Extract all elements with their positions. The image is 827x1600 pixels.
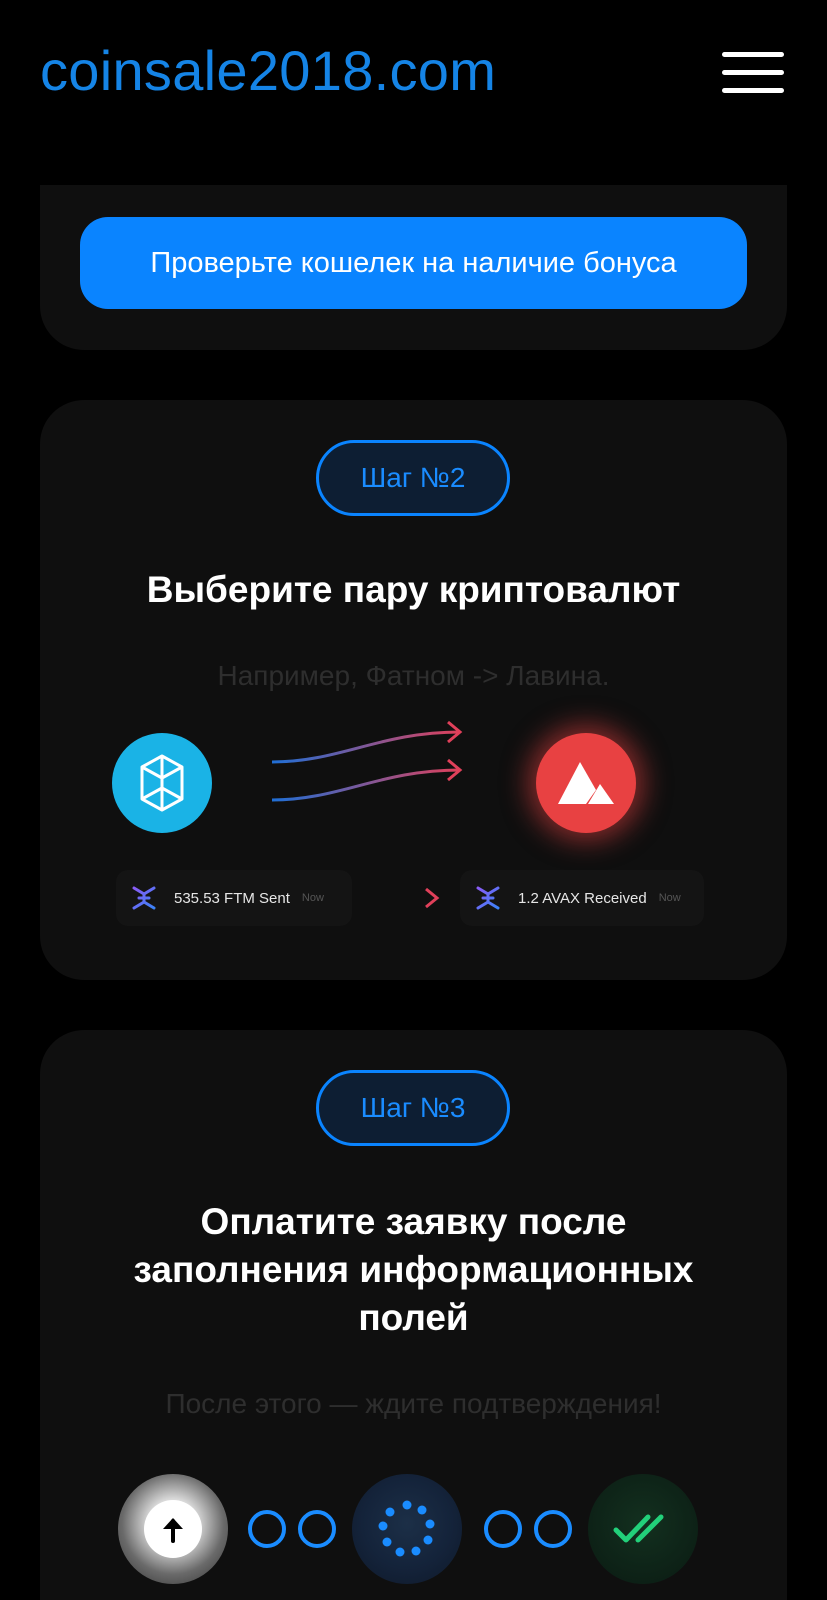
received-transaction-time: Now [658,892,681,904]
site-header: coinsale2018.com [0,0,827,185]
upload-arrow-icon [144,1500,202,1558]
loading-spinner-icon [378,1500,435,1557]
step3-card: Шаг №3 Оплатите заявку после заполнения … [40,1030,787,1600]
step3-title-line: Оплатите заявку после [200,1201,627,1242]
sent-transaction-time: Now [301,892,324,904]
step2-title: Выберите пару криптовалют [146,569,681,610]
step3-title-line: полей [358,1297,469,1338]
menu-bar [722,52,784,57]
step2-subtitle: Например, Фатном -> Лавина. [217,660,610,691]
menu-bar [722,70,784,75]
menu-bar [722,88,784,93]
progress-dot-icon [248,1510,286,1548]
received-transaction-text: 1.2 AVAX Received [518,889,647,907]
avalanche-coin-icon [536,733,636,833]
confirmed-status-bubble [588,1474,698,1584]
step3-badge: Шаг №3 [316,1070,510,1146]
double-check-icon [613,1514,664,1543]
progress-dot-icon [298,1510,336,1548]
check-wallet-bonus-button[interactable]: Проверьте кошелек на наличие бонуса [80,217,747,309]
step3-title-line: заполнения информационных [133,1249,694,1290]
exodus-logo-icon [132,886,156,910]
sent-transaction-text: 535.53 FTM Sent [174,889,290,907]
transfer-arrows-icon [271,720,463,802]
step3-subtitle: После этого — ждите подтверждения! [165,1388,662,1419]
hamburger-menu-icon[interactable] [722,52,784,96]
progress-dot-icon [484,1510,522,1548]
sent-transaction-chip: 535.53 FTM Sent Now [116,870,352,926]
progress-dot-icon [534,1510,572,1548]
received-transaction-chip: 1.2 AVAX Received Now [460,870,704,926]
loading-status-bubble [352,1474,462,1584]
step3-title: Оплатите заявку после заполнения информа… [70,1198,757,1342]
exodus-logo-icon [476,886,500,910]
fantom-coin-icon [112,733,212,833]
site-logo[interactable]: coinsale2018.com [40,38,496,103]
upload-status-bubble [118,1474,228,1584]
step2-badge: Шаг №2 [316,440,510,516]
right-arrow-icon [372,887,440,909]
step2-card: Шаг №2 Выберите пару криптовалют Наприме… [40,400,787,980]
